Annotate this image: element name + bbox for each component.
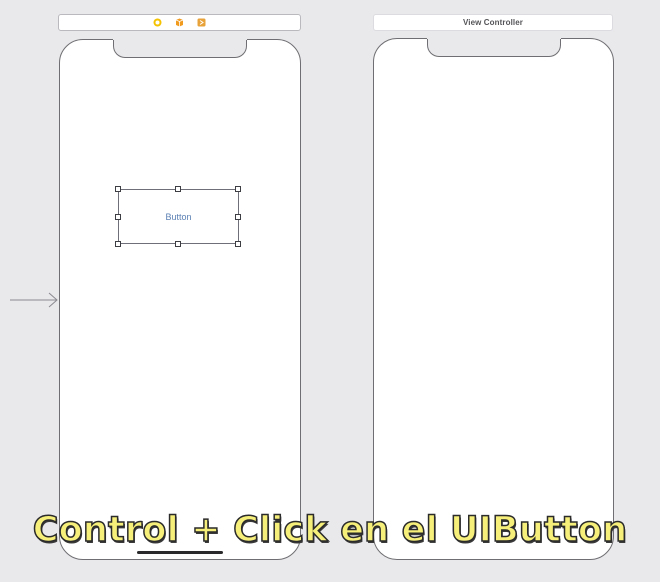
storyboard-canvas[interactable]: View Controller Button Control + Click e… [0, 0, 660, 582]
iphone-frame-left[interactable] [59, 38, 301, 560]
iphone-frame-right[interactable] [373, 37, 614, 560]
resize-handle-bottom-right[interactable] [235, 241, 241, 247]
tutorial-caption: Control + Click en el UIButton [32, 509, 628, 551]
scene-dock-left[interactable] [58, 14, 301, 31]
device-notch [113, 38, 247, 58]
uibutton-selected[interactable]: Button [118, 189, 239, 244]
view-controller-icon[interactable] [153, 18, 163, 28]
resize-handle-top[interactable] [175, 186, 181, 192]
scene-dock-icons [59, 15, 300, 30]
resize-handle-bottom-left[interactable] [115, 241, 121, 247]
resize-handle-right[interactable] [235, 214, 241, 220]
first-responder-icon[interactable] [175, 18, 185, 28]
button-label: Button [165, 211, 192, 222]
entry-point-arrow-icon[interactable] [10, 291, 60, 309]
resize-handle-left[interactable] [115, 214, 121, 220]
scene-dock-right[interactable]: View Controller [373, 14, 613, 31]
home-indicator [137, 551, 223, 554]
resize-handle-top-left[interactable] [115, 186, 121, 192]
resize-handle-top-right[interactable] [235, 186, 241, 192]
scene-title: View Controller [462, 18, 524, 27]
exit-icon[interactable] [197, 18, 207, 28]
device-notch [426, 37, 561, 57]
resize-handle-bottom[interactable] [175, 241, 181, 247]
